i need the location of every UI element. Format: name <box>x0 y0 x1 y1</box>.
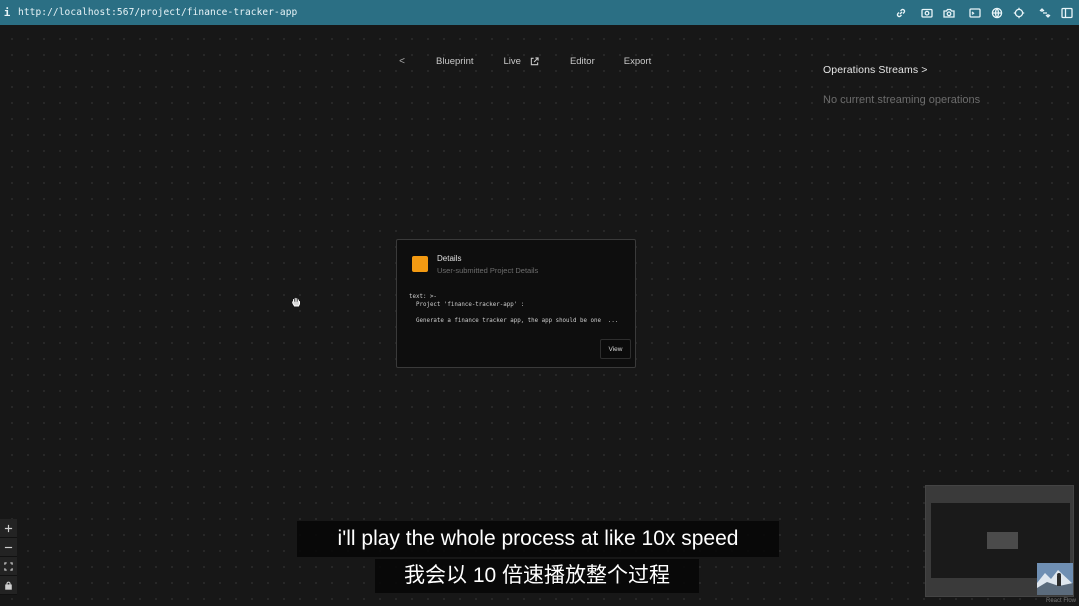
back-button[interactable]: < <box>396 56 408 67</box>
tab-blueprint[interactable]: Blueprint <box>436 56 474 67</box>
external-link-icon <box>530 56 539 66</box>
resize-icon[interactable] <box>1039 7 1051 19</box>
sidebar-icon[interactable] <box>1061 7 1073 19</box>
subtitle-english: i'll play the whole process at like 10x … <box>297 521 779 557</box>
terminal-icon[interactable] <box>969 7 981 19</box>
zoom-in-button[interactable] <box>0 519 17 538</box>
tab-live[interactable]: Live <box>504 56 539 67</box>
node-code-preview: text: >- Project 'finance-tracker-app' :… <box>409 294 619 324</box>
node-subtitle: User-submitted Project Details <box>437 266 539 275</box>
flow-controls <box>0 519 17 595</box>
target-icon[interactable] <box>1013 7 1025 19</box>
tab-live-label: Live <box>503 55 521 67</box>
view-button[interactable]: View <box>600 339 631 359</box>
grab-cursor-icon <box>291 294 301 307</box>
node-title: Details <box>437 254 462 263</box>
browser-url-bar: i http://localhost:567/project/finance-t… <box>0 0 1079 25</box>
tab-export[interactable]: Export <box>624 56 651 67</box>
lock-icon <box>5 581 12 590</box>
react-flow-attribution[interactable]: React Flow <box>1046 598 1076 604</box>
url-text[interactable]: http://localhost:567/project/finance-tra… <box>18 7 297 18</box>
tab-editor[interactable]: Editor <box>570 56 595 67</box>
plus-icon <box>4 524 13 532</box>
node-color-swatch <box>412 256 428 272</box>
zoom-out-button[interactable] <box>0 538 17 557</box>
project-nav: < Blueprint Live Editor Export <box>396 54 651 68</box>
webcam-thumbnail <box>1037 563 1073 595</box>
fit-view-icon <box>4 561 13 571</box>
fit-view-button[interactable] <box>0 557 17 576</box>
minus-icon <box>4 546 13 548</box>
operations-empty-text: No current streaming operations <box>823 94 981 106</box>
browser-toolbar <box>885 0 1073 25</box>
capture-icon[interactable] <box>921 7 933 19</box>
link-icon[interactable] <box>895 7 907 19</box>
subtitle-chinese: 我会以 10 倍速播放整个过程 <box>375 559 699 593</box>
camera-icon[interactable] <box>943 7 955 19</box>
site-info-icon[interactable]: i <box>0 6 14 19</box>
minimap-node <box>987 532 1018 549</box>
operations-streams-link[interactable]: Operations Streams > <box>823 64 1053 76</box>
lock-button[interactable] <box>0 576 17 595</box>
details-node[interactable]: Details User-submitted Project Details t… <box>396 239 636 368</box>
operations-panel: Operations Streams > No current streamin… <box>823 64 1053 106</box>
globe-icon[interactable] <box>991 7 1003 19</box>
